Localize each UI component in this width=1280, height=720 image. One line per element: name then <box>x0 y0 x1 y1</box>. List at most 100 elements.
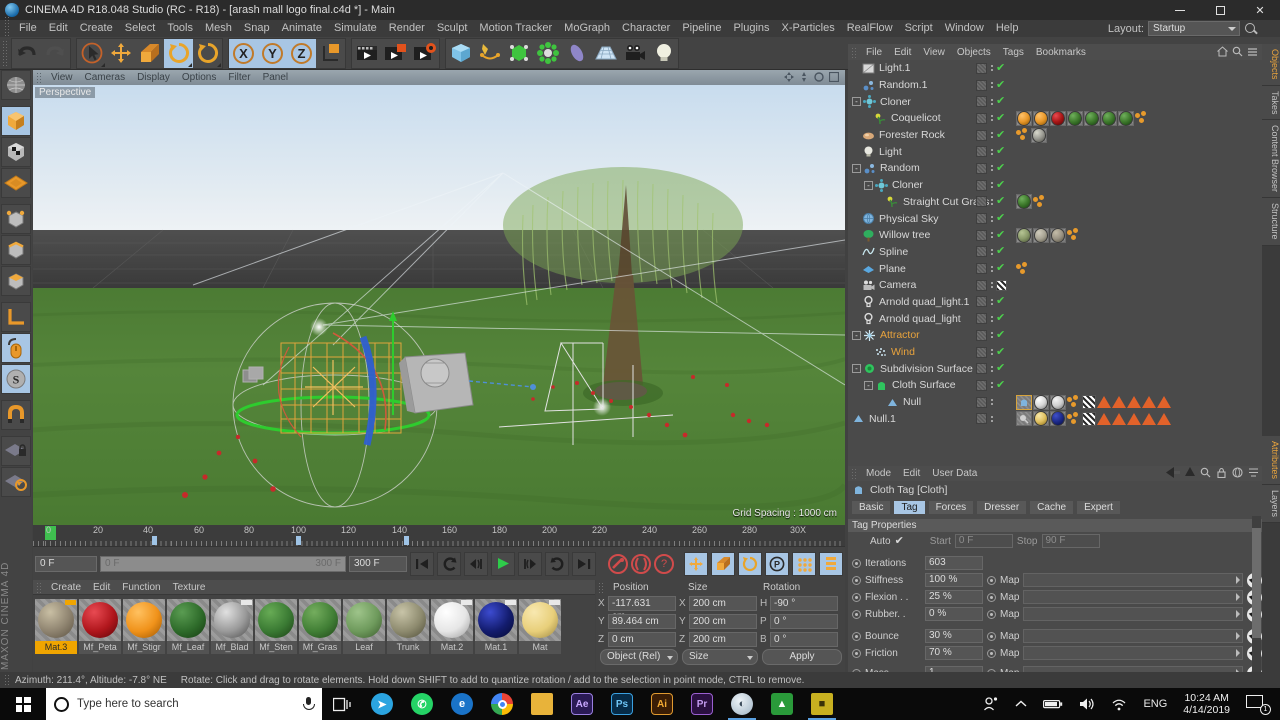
object-menu-objects[interactable]: Objects <box>951 47 997 58</box>
render-settings-icon[interactable] <box>410 39 439 68</box>
polygons-mode-icon[interactable] <box>1 266 31 296</box>
tab-tag[interactable]: Tag <box>893 500 926 515</box>
dynamics-tag-icon[interactable] <box>1067 395 1081 409</box>
previous-key-icon[interactable] <box>437 551 461 576</box>
dynamics-tag-icon[interactable] <box>1067 228 1081 242</box>
material-tag[interactable] <box>1067 110 1083 126</box>
cube-icon[interactable] <box>446 39 475 68</box>
object-row[interactable]: - Random ✔ <box>848 160 1262 177</box>
tab-attributes[interactable]: Attributes <box>1262 435 1280 485</box>
material-menu-texture[interactable]: Texture <box>167 582 212 593</box>
friction-map-field[interactable] <box>1023 646 1243 660</box>
object-row[interactable]: Spline ✔ <box>848 244 1262 261</box>
layer-tag-icon[interactable] <box>976 263 987 275</box>
coordinate-mode-dropdown[interactable]: Object (Rel) <box>600 649 678 665</box>
object-row[interactable]: Random.1 ✔ <box>848 77 1262 94</box>
axis-z-button[interactable]: Z <box>287 38 316 68</box>
layer-tag-icon[interactable] <box>976 129 987 141</box>
points-mode-icon[interactable] <box>1 204 31 234</box>
deformer-tag-icon[interactable] <box>1157 412 1171 425</box>
material-menu-function[interactable]: Function <box>116 582 166 593</box>
attribute-menu-user-data[interactable]: User Data <box>926 468 983 479</box>
move-tool-button[interactable] <box>106 39 135 68</box>
taskbar-app-after-effects[interactable]: Ae <box>562 688 602 720</box>
rotation-key-icon[interactable] <box>738 551 762 576</box>
rotation-b-field[interactable]: 0 ° <box>770 631 838 647</box>
floor-icon[interactable] <box>591 39 620 68</box>
viewport-menu-options[interactable]: Options <box>176 72 222 83</box>
object-row[interactable]: Arnold quad_light.1 ✔ <box>848 294 1262 311</box>
object-row[interactable]: Null.1 <box>848 410 1262 427</box>
material-item[interactable]: Trunk <box>387 599 429 654</box>
layer-tag-icon[interactable] <box>976 296 987 308</box>
tab-basic[interactable]: Basic <box>851 500 892 515</box>
attribute-menu-mode[interactable]: Mode <box>860 468 897 479</box>
apply-button[interactable]: Apply <box>762 649 842 665</box>
wifi-button[interactable] <box>1103 688 1135 720</box>
size-z-field[interactable]: 200 cm <box>689 631 757 647</box>
visibility-check-icon[interactable]: ✔ <box>996 196 1005 207</box>
visibility-check-icon[interactable]: ✔ <box>996 296 1005 307</box>
viewport-zoom-icon[interactable] <box>799 72 809 82</box>
viewport-maximize-icon[interactable] <box>829 72 839 82</box>
visibility-check-icon[interactable]: ✔ <box>996 363 1005 374</box>
viewport-canvas[interactable]: Perspective Grid Spacing : 1000 cm <box>33 85 845 525</box>
material-item[interactable]: Mf_Blad <box>211 599 253 654</box>
layer-tag-icon[interactable] <box>976 62 987 74</box>
action-center-button[interactable]: 1 <box>1238 688 1280 720</box>
tab-dresser[interactable]: Dresser <box>976 500 1028 515</box>
visibility-check-icon[interactable]: ✔ <box>996 62 1005 74</box>
material-tag[interactable] <box>1033 394 1049 410</box>
object-tree[interactable]: Light.1 ✔ Random.1 ✔ - Cloner ✔ Coquelic… <box>848 60 1262 468</box>
up-arrow-icon[interactable] <box>1185 467 1195 478</box>
deformer-tag-icon[interactable] <box>1097 412 1111 425</box>
visibility-check-icon[interactable]: ✔ <box>996 263 1005 274</box>
object-row[interactable]: - Cloner ✔ <box>848 177 1262 194</box>
light-icon[interactable] <box>649 39 678 68</box>
map-arrow-icon[interactable] <box>1236 576 1240 584</box>
menu-item-mograph[interactable]: MoGraph <box>558 20 616 37</box>
param-key-icon[interactable]: P <box>765 551 789 576</box>
dynamics-tag-icon[interactable] <box>1033 194 1047 209</box>
deformer-tag-icon[interactable] <box>1112 412 1126 425</box>
axis-modification-icon[interactable] <box>1 302 31 332</box>
visibility-check-icon[interactable]: ✔ <box>996 146 1005 157</box>
maximize-button[interactable] <box>1200 0 1240 20</box>
taskbar-app-illustrator[interactable]: Ai <box>642 688 682 720</box>
param-bullet-icon[interactable] <box>852 609 861 619</box>
timeline-range-slider[interactable]: 0 F 300 F <box>100 555 346 572</box>
object-row[interactable]: Coquelicot ✔ <box>848 110 1262 127</box>
deformer-tag-icon[interactable] <box>1142 412 1156 425</box>
material-tag[interactable] <box>1016 227 1032 243</box>
visibility-check-icon[interactable]: ✔ <box>996 112 1005 124</box>
map-bullet-icon[interactable] <box>987 575 996 585</box>
cloth-tag-icon[interactable] <box>1016 394 1032 410</box>
material-item[interactable]: Mat.1 <box>475 599 517 654</box>
rubber-map-field[interactable] <box>1023 607 1243 621</box>
tab-structure[interactable]: Structure <box>1262 198 1280 246</box>
workplane-lock-icon[interactable] <box>1 436 31 466</box>
pla-key-icon[interactable] <box>792 551 816 576</box>
taskbar-app-telegram[interactable]: ➤ <box>362 688 402 720</box>
material-tag[interactable] <box>1050 411 1066 427</box>
home-icon[interactable] <box>1217 46 1228 57</box>
expander-toggle[interactable]: - <box>852 97 861 107</box>
expander-toggle[interactable]: - <box>852 163 861 173</box>
material-menu-create[interactable]: Create <box>45 582 87 593</box>
dynamics-tag-icon[interactable] <box>1016 261 1030 276</box>
deformer-tag-icon[interactable] <box>1127 412 1141 425</box>
tab-objects[interactable]: Objects <box>1262 44 1280 86</box>
material-tag[interactable] <box>1101 110 1117 126</box>
render-view-icon[interactable] <box>352 39 381 68</box>
taskbar-app-photoshop[interactable]: Ps <box>602 688 642 720</box>
object-row[interactable]: Plane ✔ <box>848 260 1262 277</box>
magnet-icon[interactable] <box>1 400 31 430</box>
timeline-ruler[interactable]: 0 20 40 60 80 100 120 140 160 180 200 22… <box>33 525 845 547</box>
object-row[interactable]: Wind ✔ <box>848 344 1262 361</box>
layer-tag-icon[interactable] <box>976 179 987 191</box>
deformer-icon[interactable] <box>562 39 591 68</box>
object-row[interactable]: Camera <box>848 277 1262 294</box>
layer-tag-icon[interactable] <box>976 313 987 325</box>
object-mode-icon[interactable] <box>1 137 31 167</box>
record-active-objects-icon[interactable] <box>608 553 628 574</box>
